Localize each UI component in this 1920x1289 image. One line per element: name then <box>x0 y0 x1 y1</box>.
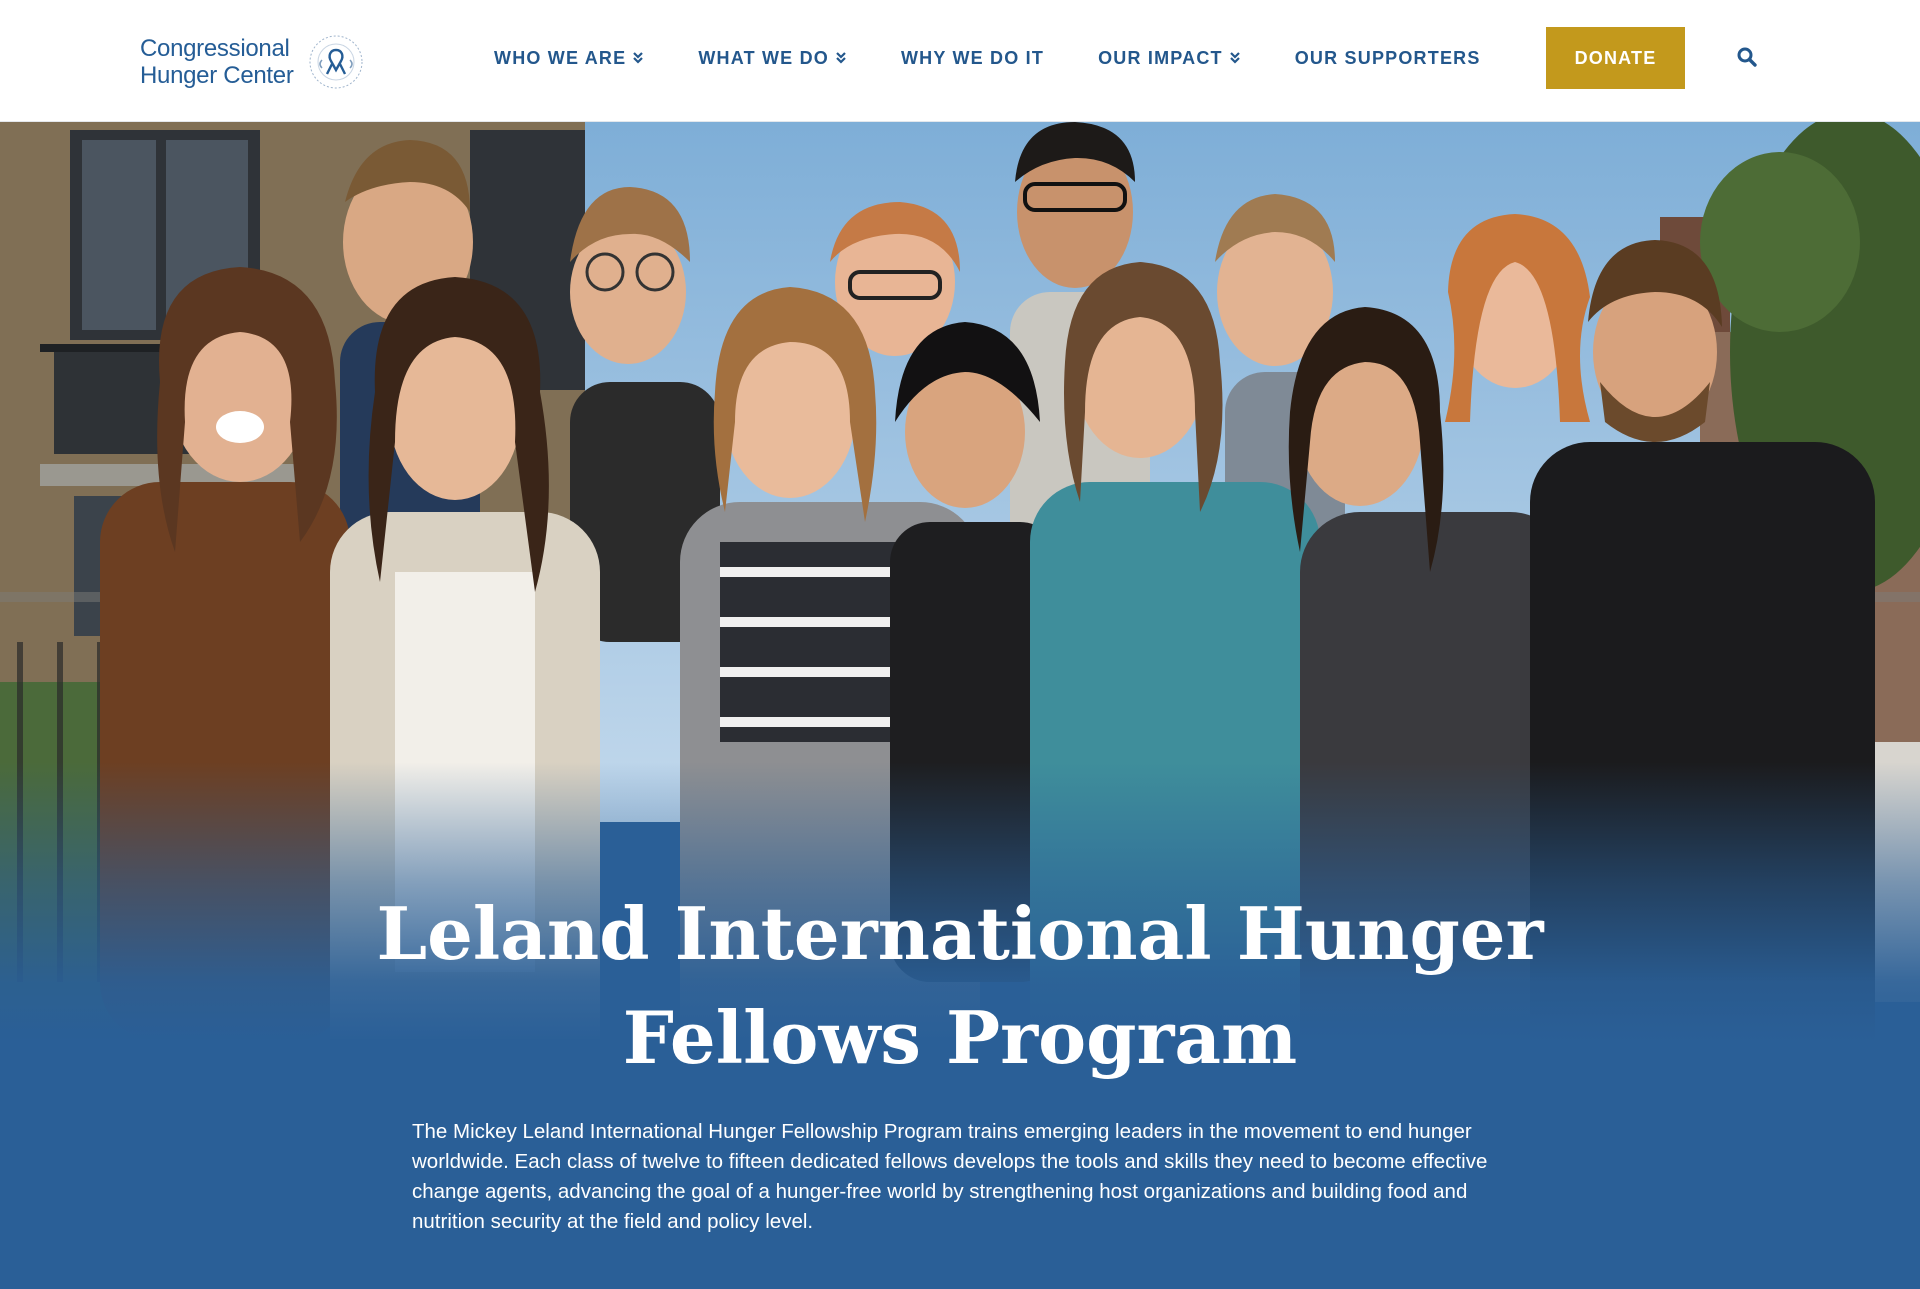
program-description: The Mickey Leland International Hunger F… <box>412 1120 1488 1233</box>
nav-item-our-impact[interactable]: OUR IMPACT <box>1098 48 1241 69</box>
site-header: Congressional Hunger Center WHO WE ARE W… <box>0 0 1920 122</box>
double-chevron-down-icon <box>836 52 846 64</box>
double-chevron-down-icon <box>1229 52 1240 64</box>
hero-section <box>0 122 1920 1289</box>
logo-wordmark: Congressional Hunger Center <box>140 35 294 89</box>
nav-item-why-we-do-it[interactable]: WHY WE DO IT <box>901 48 1044 69</box>
nav-item-who-we-are[interactable]: WHO WE ARE <box>494 48 644 69</box>
nav-item-label: WHY WE DO IT <box>900 47 1045 68</box>
page-title: Leland International Hunger Fellows Prog… <box>376 891 1544 1080</box>
donate-button[interactable]: DONATE <box>1546 27 1685 89</box>
site-logo[interactable]: Congressional Hunger Center <box>140 26 364 98</box>
double-chevron-down-icon <box>633 52 644 64</box>
ribbon-seal-icon <box>309 35 363 89</box>
nav-item-what-we-do[interactable]: WHAT WE DO <box>698 48 847 69</box>
logo-line-1: Congressional <box>140 35 290 62</box>
nav-item-label: OUR SUPPORTERS <box>1294 47 1481 68</box>
logo-line-2: Hunger Center <box>140 62 294 89</box>
main-nav: WHO WE ARE WHAT WE DO WHY WE DO IT OUR I… <box>494 0 1535 116</box>
nav-item-our-supporters[interactable]: OUR SUPPORTERS <box>1295 48 1481 69</box>
nav-item-label: WHO WE ARE <box>494 47 627 68</box>
search-icon[interactable] <box>1736 46 1758 68</box>
nav-item-label: OUR IMPACT <box>1098 47 1223 68</box>
nav-item-label: WHAT WE DO <box>698 47 829 68</box>
hero-gradient-overlay <box>0 122 1920 1289</box>
